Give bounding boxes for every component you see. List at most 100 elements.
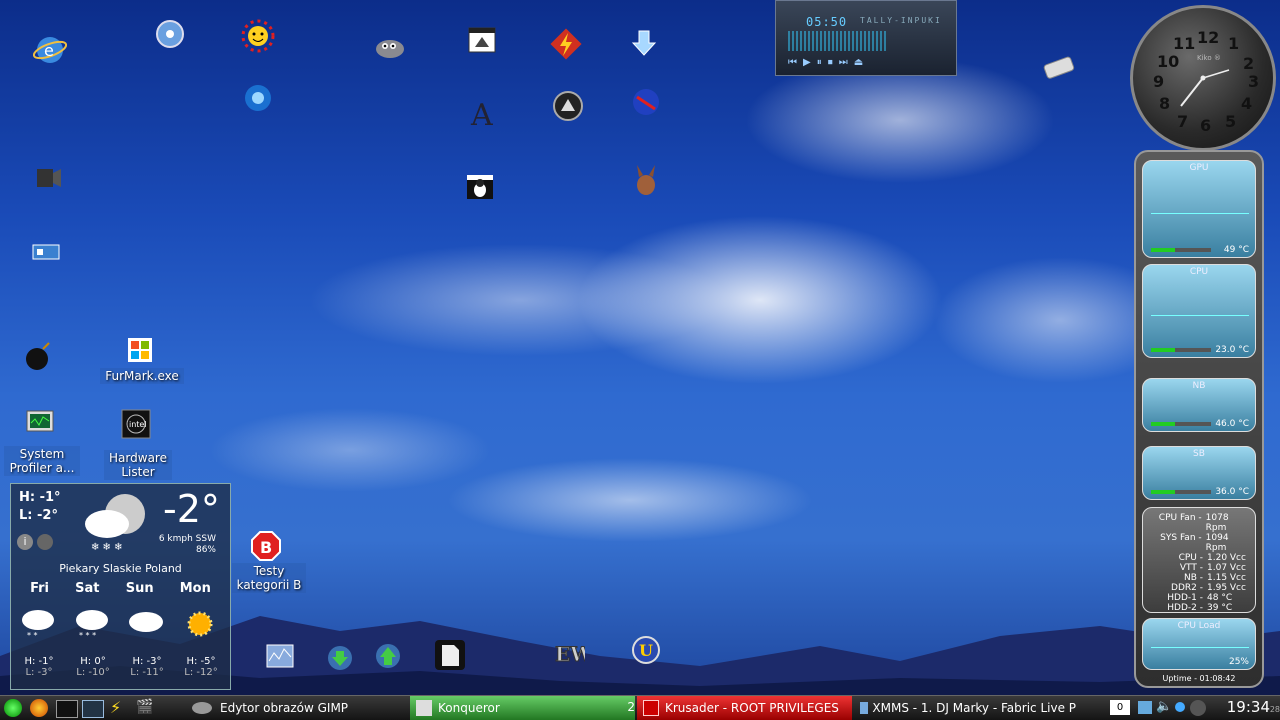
system-profiler-label[interactable]: System Profiler a...: [4, 446, 80, 476]
xmms-controls: ⏮ ▶ ⏸ ⏹ ⏭ ⏏: [788, 57, 863, 68]
system-profiler-icon[interactable]: [20, 404, 60, 444]
clock-hands: [1180, 69, 1230, 107]
font-letter-a-icon[interactable]: A: [462, 92, 502, 132]
wind-humidity: 6 kmph SSW 86%: [159, 534, 216, 556]
svg-text:EW: EW: [555, 642, 585, 666]
donkey-icon[interactable]: [626, 160, 666, 200]
sd-card-icon[interactable]: [428, 632, 472, 678]
xmms-player-widget[interactable]: 05:50 TALLY-INPUKI ⏮ ▶ ⏸ ⏹ ⏭ ⏏: [775, 0, 957, 76]
volume-tray-icon[interactable]: 🔈: [1156, 699, 1172, 714]
sensor-stats-list: CPU Fan -1078 Rpm SYS Fan -1094 Rpm CPU …: [1142, 507, 1256, 613]
uptime-text: Uptime - 01:08:42: [1162, 674, 1236, 683]
taskbar-task-gimp[interactable]: Edytor obrazów GIMP: [186, 696, 408, 720]
tux-clapper-icon[interactable]: [460, 166, 500, 206]
testy-kategorii-b-icon[interactable]: B: [246, 526, 286, 566]
eject-icon[interactable]: ⏏: [854, 57, 863, 68]
blue-ring-icon[interactable]: [238, 78, 278, 118]
weather-high: H: -1°: [19, 490, 61, 505]
internet-explorer-icon[interactable]: e: [30, 30, 70, 70]
task-label: XMMS - 1. DJ Marky - Fabric Live P: [872, 701, 1076, 715]
forecast-temps: H: 0° L: -10°: [76, 656, 110, 678]
stat-row: NB -1.15 Vcc: [1183, 573, 1246, 583]
weather-location: Piekary Slaskie Poland: [59, 562, 182, 575]
next-icon[interactable]: ⏭: [839, 57, 848, 68]
taskbar-task-xmms[interactable]: XMMS - 1. DJ Marky - Fabric Live P: [854, 696, 1076, 720]
terminal-launcher-icon[interactable]: [56, 700, 78, 718]
furmark-exe-icon[interactable]: [120, 330, 160, 370]
graph-monitor-icon[interactable]: [260, 636, 300, 676]
bomb-icon[interactable]: [18, 336, 58, 376]
unreal-icon[interactable]: U: [626, 630, 666, 670]
sb-label: SB: [1193, 449, 1205, 459]
snow-cloud-icon: * * *: [76, 610, 108, 640]
xmms-visualizer: [788, 31, 888, 51]
hardware-sensor-gadget: GPU 49 °C CPU 23.0 °C NB 46.0 °C SB 36.0…: [1134, 150, 1264, 688]
lightning-launcher-icon[interactable]: ⚡: [110, 698, 121, 717]
svg-text:* * *: * * *: [79, 631, 96, 640]
svg-text:A: A: [470, 98, 493, 129]
testy-kategorii-b-label[interactable]: Testy kategorii B: [232, 563, 306, 593]
cpu-load-panel: CPU Load 25%: [1142, 618, 1256, 670]
hardware-lister-label[interactable]: Hardware Lister: [104, 450, 172, 480]
snow-cloud-icon: * *: [22, 610, 54, 640]
forecast-temps: H: -1° L: -3°: [24, 656, 54, 678]
play-icon[interactable]: ▶: [803, 57, 811, 68]
pause-icon[interactable]: ⏸: [817, 57, 822, 68]
previous-icon[interactable]: ⏮: [788, 57, 797, 68]
forecast-temps: H: -3° L: -11°: [130, 656, 164, 678]
cloudy-snow-icon: ❄ ❄ ❄: [85, 494, 145, 553]
stat-row: CPU -1.20 Vcc: [1178, 553, 1246, 563]
furmark-exe-label[interactable]: FurMark.exe: [100, 368, 184, 384]
cpu-value: 23.0 °C: [1215, 345, 1249, 355]
refresh-icon[interactable]: [37, 534, 53, 550]
wolf-app-icon[interactable]: [548, 86, 588, 126]
bluetooth-tray-icon[interactable]: [1175, 702, 1185, 712]
sun-icon: [187, 611, 213, 637]
network-tray-icon[interactable]: [1138, 701, 1152, 714]
weather-widget: H: -1° L: -2° ❄ ❄ ❄ -2° 6 kmph SSW 86% i…: [10, 483, 231, 690]
task-label: Krusader - ROOT PRIVILEGES: [665, 701, 839, 715]
info-icon[interactable]: i: [17, 534, 33, 550]
download-globe-icon[interactable]: [320, 638, 360, 678]
disc-icon[interactable]: [150, 14, 190, 54]
forecast-day: Sun: [125, 581, 154, 596]
xmms-time-display: 05:50: [806, 15, 848, 29]
forecast-day: Mon: [179, 581, 211, 596]
cpu-load-value: 25%: [1228, 657, 1249, 667]
speaker-camera-icon[interactable]: [28, 158, 68, 198]
taskbar-task-konqueror[interactable]: Konqueror 2: [410, 696, 635, 720]
krusader-task-icon: [643, 700, 659, 716]
nb-panel: NB 46.0 °C: [1142, 378, 1256, 432]
kde-menu-icon[interactable]: [4, 699, 22, 717]
sb-panel: SB 36.0 °C: [1142, 446, 1256, 500]
xmms-title-scroller: TALLY-INPUKI: [860, 16, 942, 25]
stop-icon[interactable]: ⏹: [828, 57, 833, 68]
monitor-launcher-icon[interactable]: [82, 700, 104, 718]
taskbar-clock[interactable]: 19:34: [1227, 698, 1270, 716]
wind-speed: 6 kmph SSW: [158, 534, 216, 544]
forecast-temps: H: -5° L: -12°: [184, 656, 218, 678]
tray-box[interactable]: 0: [1110, 700, 1130, 715]
firefox-launcher-icon[interactable]: [30, 699, 48, 717]
download-arrow-icon[interactable]: [624, 24, 664, 64]
taskbar-task-krusader[interactable]: Krusader - ROOT PRIVILEGES: [637, 696, 852, 720]
upload-globe-icon[interactable]: [368, 636, 408, 676]
lightning-app-icon[interactable]: [546, 24, 586, 64]
update-tray-icon[interactable]: [1190, 700, 1206, 716]
xmms-task-icon: [860, 702, 869, 714]
globe-app-icon[interactable]: [626, 82, 666, 122]
gimp-icon[interactable]: [370, 26, 410, 66]
svg-text:e: e: [44, 41, 54, 60]
sun-smiley-icon[interactable]: [238, 16, 278, 56]
hdd-icon[interactable]: [1038, 48, 1078, 88]
stat-row: SYS Fan -1094 Rpm: [1160, 533, 1229, 553]
forecast-day: Sat: [75, 581, 100, 596]
nb-value: 46.0 °C: [1215, 419, 1249, 429]
cpu-panel: CPU 23.0 °C: [1142, 264, 1256, 358]
et-game-icon[interactable]: EW: [548, 632, 588, 672]
video-editor-icon[interactable]: [462, 20, 502, 60]
video-launcher-icon[interactable]: 🎬: [136, 699, 153, 715]
hardware-lister-icon[interactable]: intel: [116, 404, 156, 444]
network-card-icon[interactable]: [26, 232, 66, 272]
svg-text:❄ ❄ ❄: ❄ ❄ ❄: [91, 542, 123, 553]
